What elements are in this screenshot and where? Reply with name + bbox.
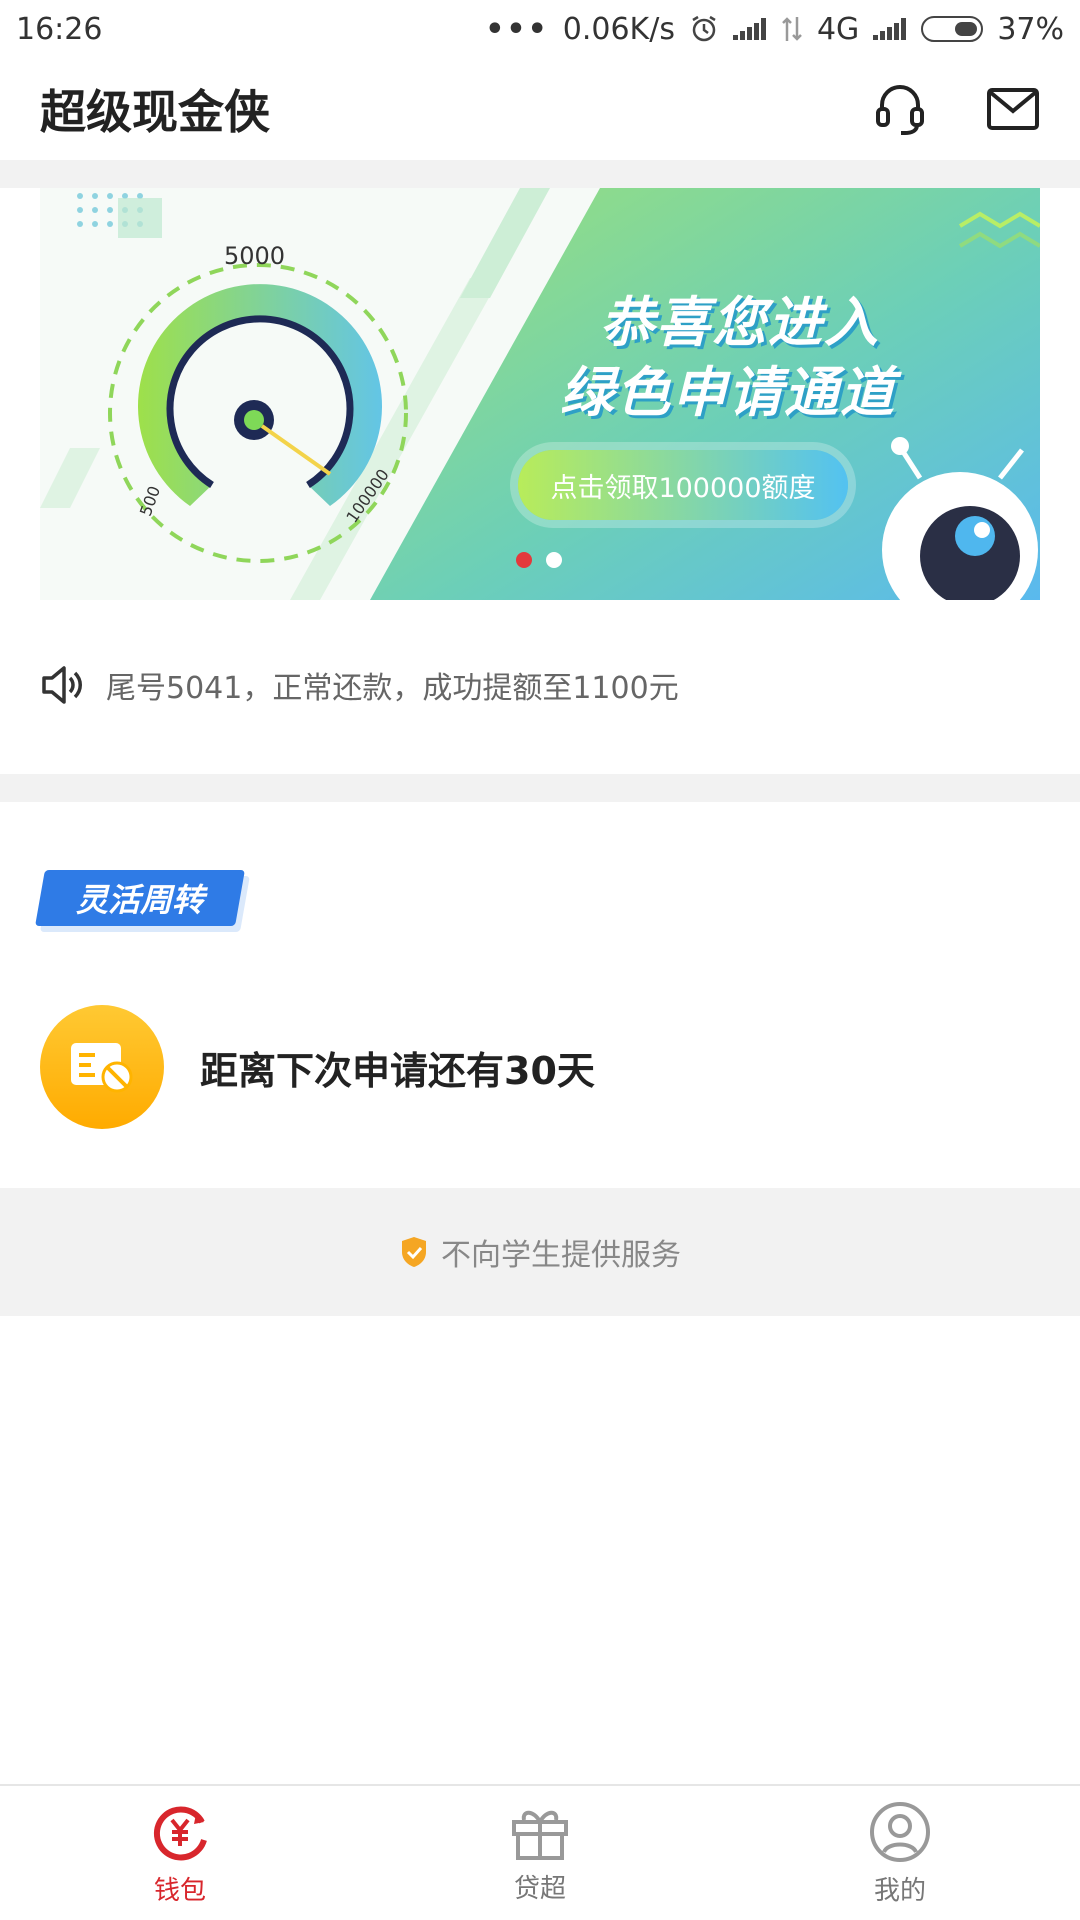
data-transfer-icon bbox=[782, 17, 802, 41]
banner-line-1: 恭喜您进入 bbox=[600, 291, 880, 354]
status-time: 16:26 bbox=[16, 11, 103, 47]
wallet-yen-icon bbox=[153, 1806, 207, 1860]
nav-label-wallet: 钱包 bbox=[153, 1875, 206, 1906]
shield-check-icon bbox=[402, 1237, 426, 1267]
carousel-dot-active[interactable] bbox=[516, 552, 532, 568]
bottom-nav: 钱包 贷超 我的 bbox=[0, 1784, 1080, 1920]
network-type: 4G bbox=[816, 11, 860, 47]
nav-item-loans[interactable]: 贷超 bbox=[360, 1786, 720, 1920]
disclaimer-band: 不向学生提供服务 bbox=[0, 1188, 1080, 1316]
signal-icon-2 bbox=[873, 18, 907, 40]
section-tag-label: 灵活周转 bbox=[75, 881, 204, 919]
apply-status[interactable]: 距离下次申请还有30天 bbox=[40, 1005, 595, 1129]
gauge-min-label: 500 bbox=[136, 483, 164, 518]
net-speed: 0.06K/s bbox=[562, 11, 675, 47]
signal-icon bbox=[732, 18, 767, 40]
divider bbox=[0, 160, 1080, 188]
user-icon bbox=[870, 1801, 930, 1862]
disclaimer-text: 不向学生提供服务 bbox=[441, 1238, 681, 1273]
gift-icon bbox=[512, 1810, 568, 1860]
nav-item-wallet[interactable]: 钱包 bbox=[0, 1786, 360, 1920]
carousel-dot[interactable] bbox=[546, 552, 562, 568]
gauge-top-label: 5000 bbox=[224, 242, 286, 270]
battery-level: 37% bbox=[997, 11, 1064, 47]
nav-label-profile: 我的 bbox=[873, 1875, 926, 1906]
alarm-icon bbox=[692, 15, 716, 42]
headset-icon[interactable] bbox=[874, 81, 926, 137]
promo-banner[interactable]: 500 100000 5000 恭喜您进入 绿色申请通道 点击领取100000额… bbox=[40, 188, 1040, 600]
apply-status-icon bbox=[40, 1005, 164, 1129]
divider bbox=[0, 774, 1080, 802]
nav-label-loans: 贷超 bbox=[513, 1873, 566, 1904]
more-dots: ••• bbox=[485, 11, 549, 47]
notice-bar: 尾号5041，正常还款，成功提额至1100元 bbox=[40, 660, 679, 710]
battery-icon bbox=[921, 16, 984, 42]
header-actions bbox=[874, 81, 1040, 137]
banner-line-2: 绿色申请通道 bbox=[560, 361, 896, 424]
section-tag: 灵活周转 bbox=[35, 870, 245, 926]
status-indicators: ••• 0.06K/s 4G 37% bbox=[485, 12, 1064, 47]
banner-cta-button[interactable]: 点击领取100000额度 bbox=[518, 450, 848, 520]
page-title: 超级现金侠 bbox=[40, 85, 270, 139]
status-bar: 16:26 ••• 0.06K/s 4G 37% bbox=[0, 0, 1080, 58]
notice-text: 尾号5041，正常还款，成功提额至1100元 bbox=[106, 671, 679, 706]
speaker-icon bbox=[42, 666, 82, 704]
nav-item-profile[interactable]: 我的 bbox=[720, 1786, 1080, 1920]
app-header: 超级现金侠 bbox=[0, 58, 1080, 160]
apply-status-text: 距离下次申请还有30天 bbox=[200, 1048, 595, 1093]
mail-icon[interactable] bbox=[986, 87, 1040, 131]
